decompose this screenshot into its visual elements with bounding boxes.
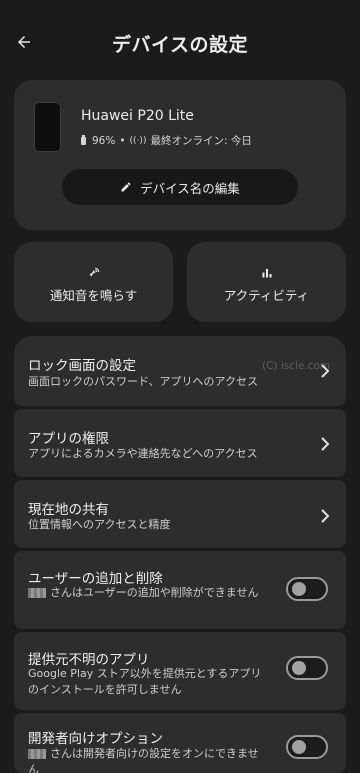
device-name: Huawei P20 Lite xyxy=(81,108,194,124)
activity-button[interactable]: アクティビティ xyxy=(187,242,346,322)
activity-label: アクティビティ xyxy=(223,288,310,303)
device-status: 96% • ((·)) 最終オンライン: 今日 xyxy=(81,133,252,148)
row-title: 現在地の共有 xyxy=(28,502,109,518)
row-title: 提供元不明のアプリ xyxy=(28,652,150,668)
ring-volume-icon xyxy=(88,267,99,277)
battery-level: 96% xyxy=(92,134,116,147)
developer-options-toggle[interactable] xyxy=(286,735,328,759)
watermark: (C) iscle.com xyxy=(262,360,331,372)
row-title: ユーザーの追加と削除 xyxy=(28,571,163,587)
row-subtitle: アプリによるカメラや連絡先などへのアクセス xyxy=(28,447,258,460)
unknown-sources-row[interactable]: 提供元不明のアプリ Google Play ストア以外を提供元とするアプリのイン… xyxy=(14,632,346,710)
unknown-sources-toggle[interactable] xyxy=(286,656,328,680)
chevron-right-icon xyxy=(321,437,330,451)
bar-chart-icon xyxy=(262,269,271,278)
row-subtitle: さんは開発者向けの設定をオンにできません xyxy=(28,747,259,773)
status-separator: • xyxy=(119,134,126,147)
app-permissions-row[interactable]: アプリの権限 アプリによるカメラや連絡先などへのアクセス xyxy=(14,409,346,477)
location-sharing-row[interactable]: 現在地の共有 位置情報へのアクセスと精度 xyxy=(14,480,346,548)
row-title: アプリの権限 xyxy=(28,431,109,447)
device-card: Huawei P20 Lite 96% • ((·)) 最終オンライン: 今日 … xyxy=(14,80,346,230)
row-title: 開発者向けオプション xyxy=(28,731,163,747)
row-subtitle: 画面ロックのパスワード、アプリへのアクセス xyxy=(28,375,259,388)
ring-device-label: 通知音を鳴らす xyxy=(49,288,138,303)
chevron-right-icon xyxy=(321,509,330,523)
phone-image xyxy=(34,102,61,152)
toggle-knob xyxy=(292,582,306,596)
redacted-username xyxy=(28,588,46,598)
row-subtitle: さんはユーザーの追加や削除ができません xyxy=(50,586,259,599)
row-subtitle: 位置情報へのアクセスと精度 xyxy=(28,518,171,531)
toggle-knob xyxy=(292,740,306,754)
rename-device-button[interactable]: デバイス名の編集 xyxy=(62,169,298,205)
battery-icon xyxy=(81,134,86,145)
toggle-knob xyxy=(292,661,306,675)
add-remove-users-row[interactable]: ユーザーの追加と削除 さんはユーザーの追加や削除ができません xyxy=(14,551,346,629)
users-toggle[interactable] xyxy=(286,577,328,601)
page-title: デバイスの設定 xyxy=(112,34,248,56)
row-subtitle: Google Play ストア以外を提供元とするアプリのインストールを許可しませ… xyxy=(28,667,262,696)
row-title: ロック画面の設定 xyxy=(28,358,136,374)
ring-device-button[interactable]: 通知音を鳴らす xyxy=(14,242,173,322)
developer-options-row[interactable]: 開発者向けオプション さんは開発者向けの設定をオンにできません xyxy=(14,713,346,773)
app-header: デバイスの設定 xyxy=(0,0,360,68)
last-online: 最終オンライン: 今日 xyxy=(150,135,252,147)
signal-icon: ((·)) xyxy=(129,135,147,146)
redacted-username xyxy=(28,749,46,759)
pencil-icon xyxy=(121,182,131,192)
rename-device-label: デバイス名の編集 xyxy=(140,180,240,196)
